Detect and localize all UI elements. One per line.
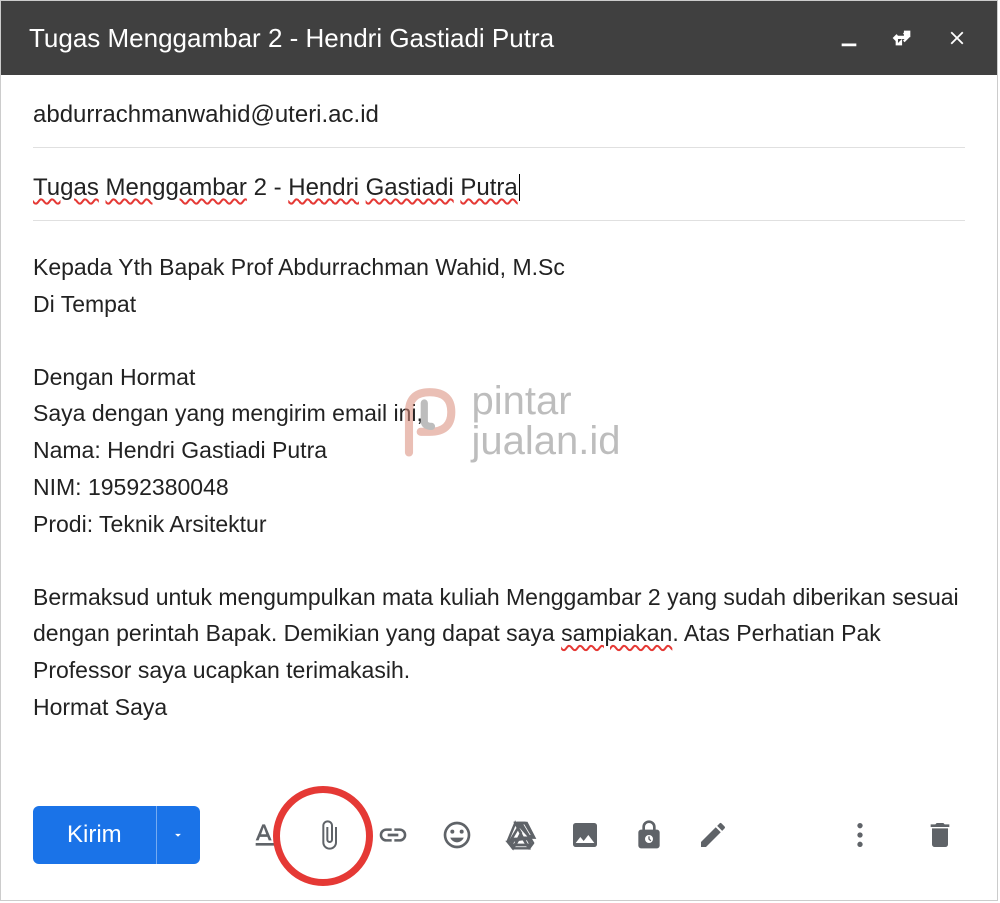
right-tools	[835, 810, 965, 860]
link-button[interactable]	[368, 810, 418, 860]
body-line: Hormat Saya	[33, 689, 965, 726]
body-paragraph: Bermaksud untuk mengumpulkan mata kuliah…	[33, 579, 965, 689]
discard-button[interactable]	[915, 810, 965, 860]
close-button[interactable]	[945, 26, 969, 50]
body-line: NIM: 19592380048	[33, 469, 965, 506]
send-options-button[interactable]	[156, 806, 200, 864]
window-title: Tugas Menggambar 2 - Hendri Gastiadi Put…	[29, 23, 554, 54]
trash-icon	[924, 819, 956, 851]
format-button[interactable]	[240, 810, 290, 860]
body-line: Di Tempat	[33, 286, 965, 323]
send-button[interactable]: Kirim	[33, 806, 156, 864]
recipient-text: abdurrachmanwahid@uteri.ac.id	[33, 101, 379, 128]
subject-field[interactable]: Tugas Menggambar 2 - Hendri Gastiadi Put…	[33, 148, 965, 221]
pen-button[interactable]	[688, 810, 738, 860]
insert-photo-button[interactable]	[560, 810, 610, 860]
main-paragraph: Bermaksud untuk mengumpulkan mata kuliah…	[33, 579, 965, 726]
photo-icon	[569, 819, 601, 851]
content-area: abdurrachmanwahid@uteri.ac.id Tugas Meng…	[1, 75, 997, 900]
body-line: Saya dengan yang mengirim email ini,	[33, 395, 965, 432]
emoji-icon	[441, 819, 473, 851]
email-body[interactable]: Kepada Yth Bapak Prof Abdurrachman Wahid…	[33, 221, 965, 762]
minimize-icon	[838, 27, 860, 49]
compose-window: Tugas Menggambar 2 - Hendri Gastiadi Put…	[0, 0, 998, 901]
fullscreen-button[interactable]	[891, 26, 915, 50]
more-options-button[interactable]	[835, 810, 885, 860]
title-bar: Tugas Menggambar 2 - Hendri Gastiadi Put…	[1, 1, 997, 75]
body-line: Prodi: Teknik Arsitektur	[33, 506, 965, 543]
recipient-field[interactable]: abdurrachmanwahid@uteri.ac.id	[33, 75, 965, 148]
text-cursor	[519, 174, 520, 201]
body-line: Nama: Hendri Gastiadi Putra	[33, 432, 965, 469]
link-icon	[377, 819, 409, 851]
send-button-group: Kirim	[33, 806, 200, 864]
body-line: Dengan Hormat	[33, 359, 965, 396]
fullscreen-icon	[892, 27, 914, 49]
window-controls	[837, 26, 969, 50]
drive-icon	[505, 819, 537, 851]
more-vert-icon	[844, 819, 876, 851]
attach-button[interactable]	[304, 810, 354, 860]
emoji-button[interactable]	[432, 810, 482, 860]
chevron-down-icon	[171, 828, 185, 842]
minimize-button[interactable]	[837, 26, 861, 50]
format-icon	[249, 819, 281, 851]
close-icon	[946, 27, 968, 49]
compose-toolbar: Kirim	[33, 804, 965, 866]
intro-block: Dengan Hormat Saya dengan yang mengirim …	[33, 359, 965, 543]
drive-button[interactable]	[496, 810, 546, 860]
subject-text: Tugas Menggambar 2 - Hendri Gastiadi Put…	[33, 174, 520, 202]
formatting-tools	[240, 810, 738, 860]
pen-icon	[697, 819, 729, 851]
lock-clock-icon	[633, 819, 665, 851]
attach-icon	[313, 819, 345, 851]
body-line: Kepada Yth Bapak Prof Abdurrachman Wahid…	[33, 249, 965, 286]
salutation-block: Kepada Yth Bapak Prof Abdurrachman Wahid…	[33, 249, 965, 323]
confidential-button[interactable]	[624, 810, 674, 860]
